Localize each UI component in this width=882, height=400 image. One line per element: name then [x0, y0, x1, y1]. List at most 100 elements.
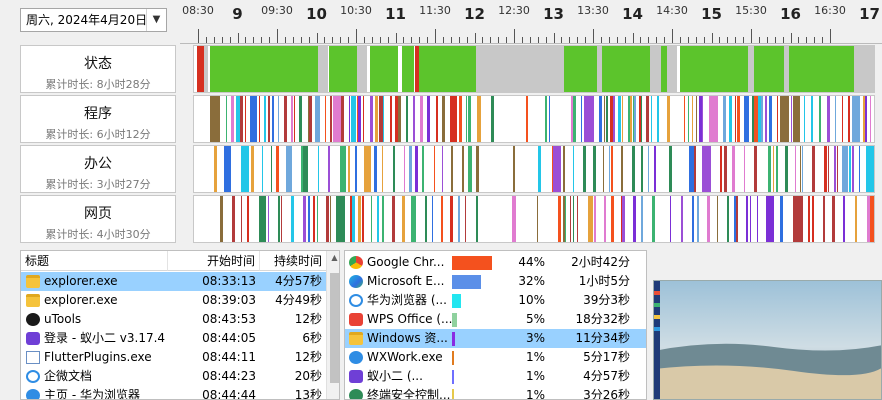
office-segment: [834, 146, 836, 192]
program-segment: [729, 96, 732, 142]
office-segment: [785, 146, 788, 192]
program-segment: [491, 96, 494, 142]
axis-half-hour-label: 11:30: [419, 4, 451, 17]
program-segment: [468, 96, 471, 142]
axis-tick: [719, 37, 721, 43]
office-timeline[interactable]: [193, 145, 875, 193]
status-segment: [204, 46, 208, 92]
office-segment: [409, 146, 412, 192]
list-item[interactable]: FlutterPlugins.exe 08:44:11 12秒: [21, 348, 326, 367]
status-segment: [789, 46, 854, 92]
programs-timeline[interactable]: [193, 95, 875, 143]
list-item[interactable]: 主页 - 华为浏览器 08:44:44 13秒: [21, 386, 326, 399]
office-segment: [276, 146, 279, 192]
app-name: Google Chr...: [367, 255, 445, 269]
axis-tick: [687, 37, 689, 43]
status-segment: [370, 46, 398, 92]
axis-tick: [758, 37, 760, 43]
scrollbar[interactable]: ▲: [326, 251, 339, 399]
web-segment: [281, 196, 282, 242]
row-label-web: 网页 累计时长: 4小时30分: [20, 195, 176, 243]
item-duration: 6秒: [302, 331, 322, 345]
axis-hour-label: 16: [780, 5, 801, 23]
office-segment: [563, 146, 565, 192]
axis-tick: [703, 37, 705, 43]
web-segment: [843, 196, 845, 242]
axis-tick: [830, 29, 831, 43]
app-stat-row[interactable]: WXWork.exe 1% 5分17秒: [345, 348, 646, 367]
program-segment: [357, 96, 358, 142]
axis-tick: [672, 29, 673, 43]
axis-tick: [766, 37, 768, 43]
office-segment: [654, 146, 656, 192]
item-duration: 4分49秒: [275, 293, 322, 307]
status-segment: [419, 46, 476, 92]
web-segment: [823, 196, 825, 242]
screenshot-preview[interactable]: [651, 250, 882, 400]
app-stat-row[interactable]: Google Chr... 44% 2小时42分: [345, 253, 646, 272]
row-label-office: 办公 累计时长: 3小时27分: [20, 145, 176, 193]
app-stat-row[interactable]: WPS Office (... 5% 18分32秒: [345, 310, 646, 329]
program-segment: [240, 96, 243, 142]
axis-tick: [529, 37, 531, 43]
app-name: Microsoft E...: [367, 274, 445, 288]
axis-tick: [537, 37, 539, 43]
web-segment: [220, 196, 223, 242]
office-segment: [754, 146, 757, 192]
header-title[interactable]: 标题: [21, 251, 168, 271]
web-segment: [736, 196, 738, 242]
office-segment: [824, 146, 827, 192]
program-segment: [758, 96, 761, 142]
app-stat-row[interactable]: 蚁小二 (... 1% 4分57秒: [345, 367, 646, 386]
list-item[interactable]: 登录 - 蚁小二 v3.17.4 08:44:05 6秒: [21, 329, 326, 348]
usage-bar: [452, 389, 454, 399]
web-timeline[interactable]: [193, 195, 875, 243]
wecom-icon: [26, 370, 40, 383]
app-stat-row[interactable]: Microsoft E... 32% 1小时5分: [345, 272, 646, 291]
app-percent: 32%: [518, 274, 545, 288]
date-picker[interactable]: 周六, 2024年4月20日 ▼: [20, 8, 167, 32]
web-segment: [832, 196, 835, 242]
chevron-down-icon[interactable]: ▼: [146, 9, 166, 31]
app-stat-row[interactable]: 华为浏览器 (... 10% 39分3秒: [345, 291, 646, 310]
web-segment: [326, 196, 329, 242]
office-segment: [241, 146, 249, 192]
desktop-thumbnail: [653, 280, 882, 400]
scroll-thumb[interactable]: [330, 273, 339, 383]
list-item[interactable]: explorer.exe 08:33:13 4分57秒: [21, 272, 326, 291]
office-segment: [583, 146, 586, 192]
office-segment: [795, 146, 796, 192]
program-segment: [641, 96, 642, 142]
program-segment: [870, 96, 871, 142]
list-item[interactable]: explorer.exe 08:39:03 4分49秒: [21, 291, 326, 310]
program-segment: [383, 96, 384, 142]
program-segment: [358, 96, 361, 142]
office-segment: [415, 146, 418, 192]
app-stat-row[interactable]: 终端安全控制... 1% 3分26秒: [345, 386, 646, 399]
axis-tick: [624, 37, 626, 43]
program-segment: [278, 96, 279, 142]
list-item[interactable]: 企微文档 08:44:23 20秒: [21, 367, 326, 386]
axis-tick: [269, 37, 271, 43]
status-timeline[interactable]: [193, 45, 875, 93]
list-item[interactable]: uTools 08:43:53 12秒: [21, 310, 326, 329]
item-duration: 12秒: [294, 350, 322, 364]
program-segment: [610, 96, 613, 142]
activity-list[interactable]: 标题 开始时间 持续时间 explorer.exe 08:33:13 4分57秒 ex…: [20, 250, 340, 400]
web-segment: [392, 196, 395, 242]
program-segment: [702, 96, 703, 142]
app-stat-row[interactable]: Windows 资... 3% 11分34秒: [345, 329, 646, 348]
office-segment: [776, 146, 778, 192]
app-percent: 44%: [518, 255, 545, 269]
office-segment: [641, 146, 643, 192]
program-segment: [752, 96, 754, 142]
axis-tick: [656, 37, 658, 43]
header-start-time[interactable]: 开始时间: [168, 251, 260, 271]
office-segment: [702, 146, 711, 192]
axis-tick: [679, 37, 681, 43]
header-duration[interactable]: 持续时间: [260, 251, 326, 271]
scroll-up-icon[interactable]: ▲: [327, 253, 339, 262]
app-stats-list[interactable]: Google Chr... 44% 2小时42分 Microsoft E... 32% 1…: [344, 250, 647, 400]
axis-tick: [569, 37, 571, 43]
program-segment: [630, 96, 632, 142]
